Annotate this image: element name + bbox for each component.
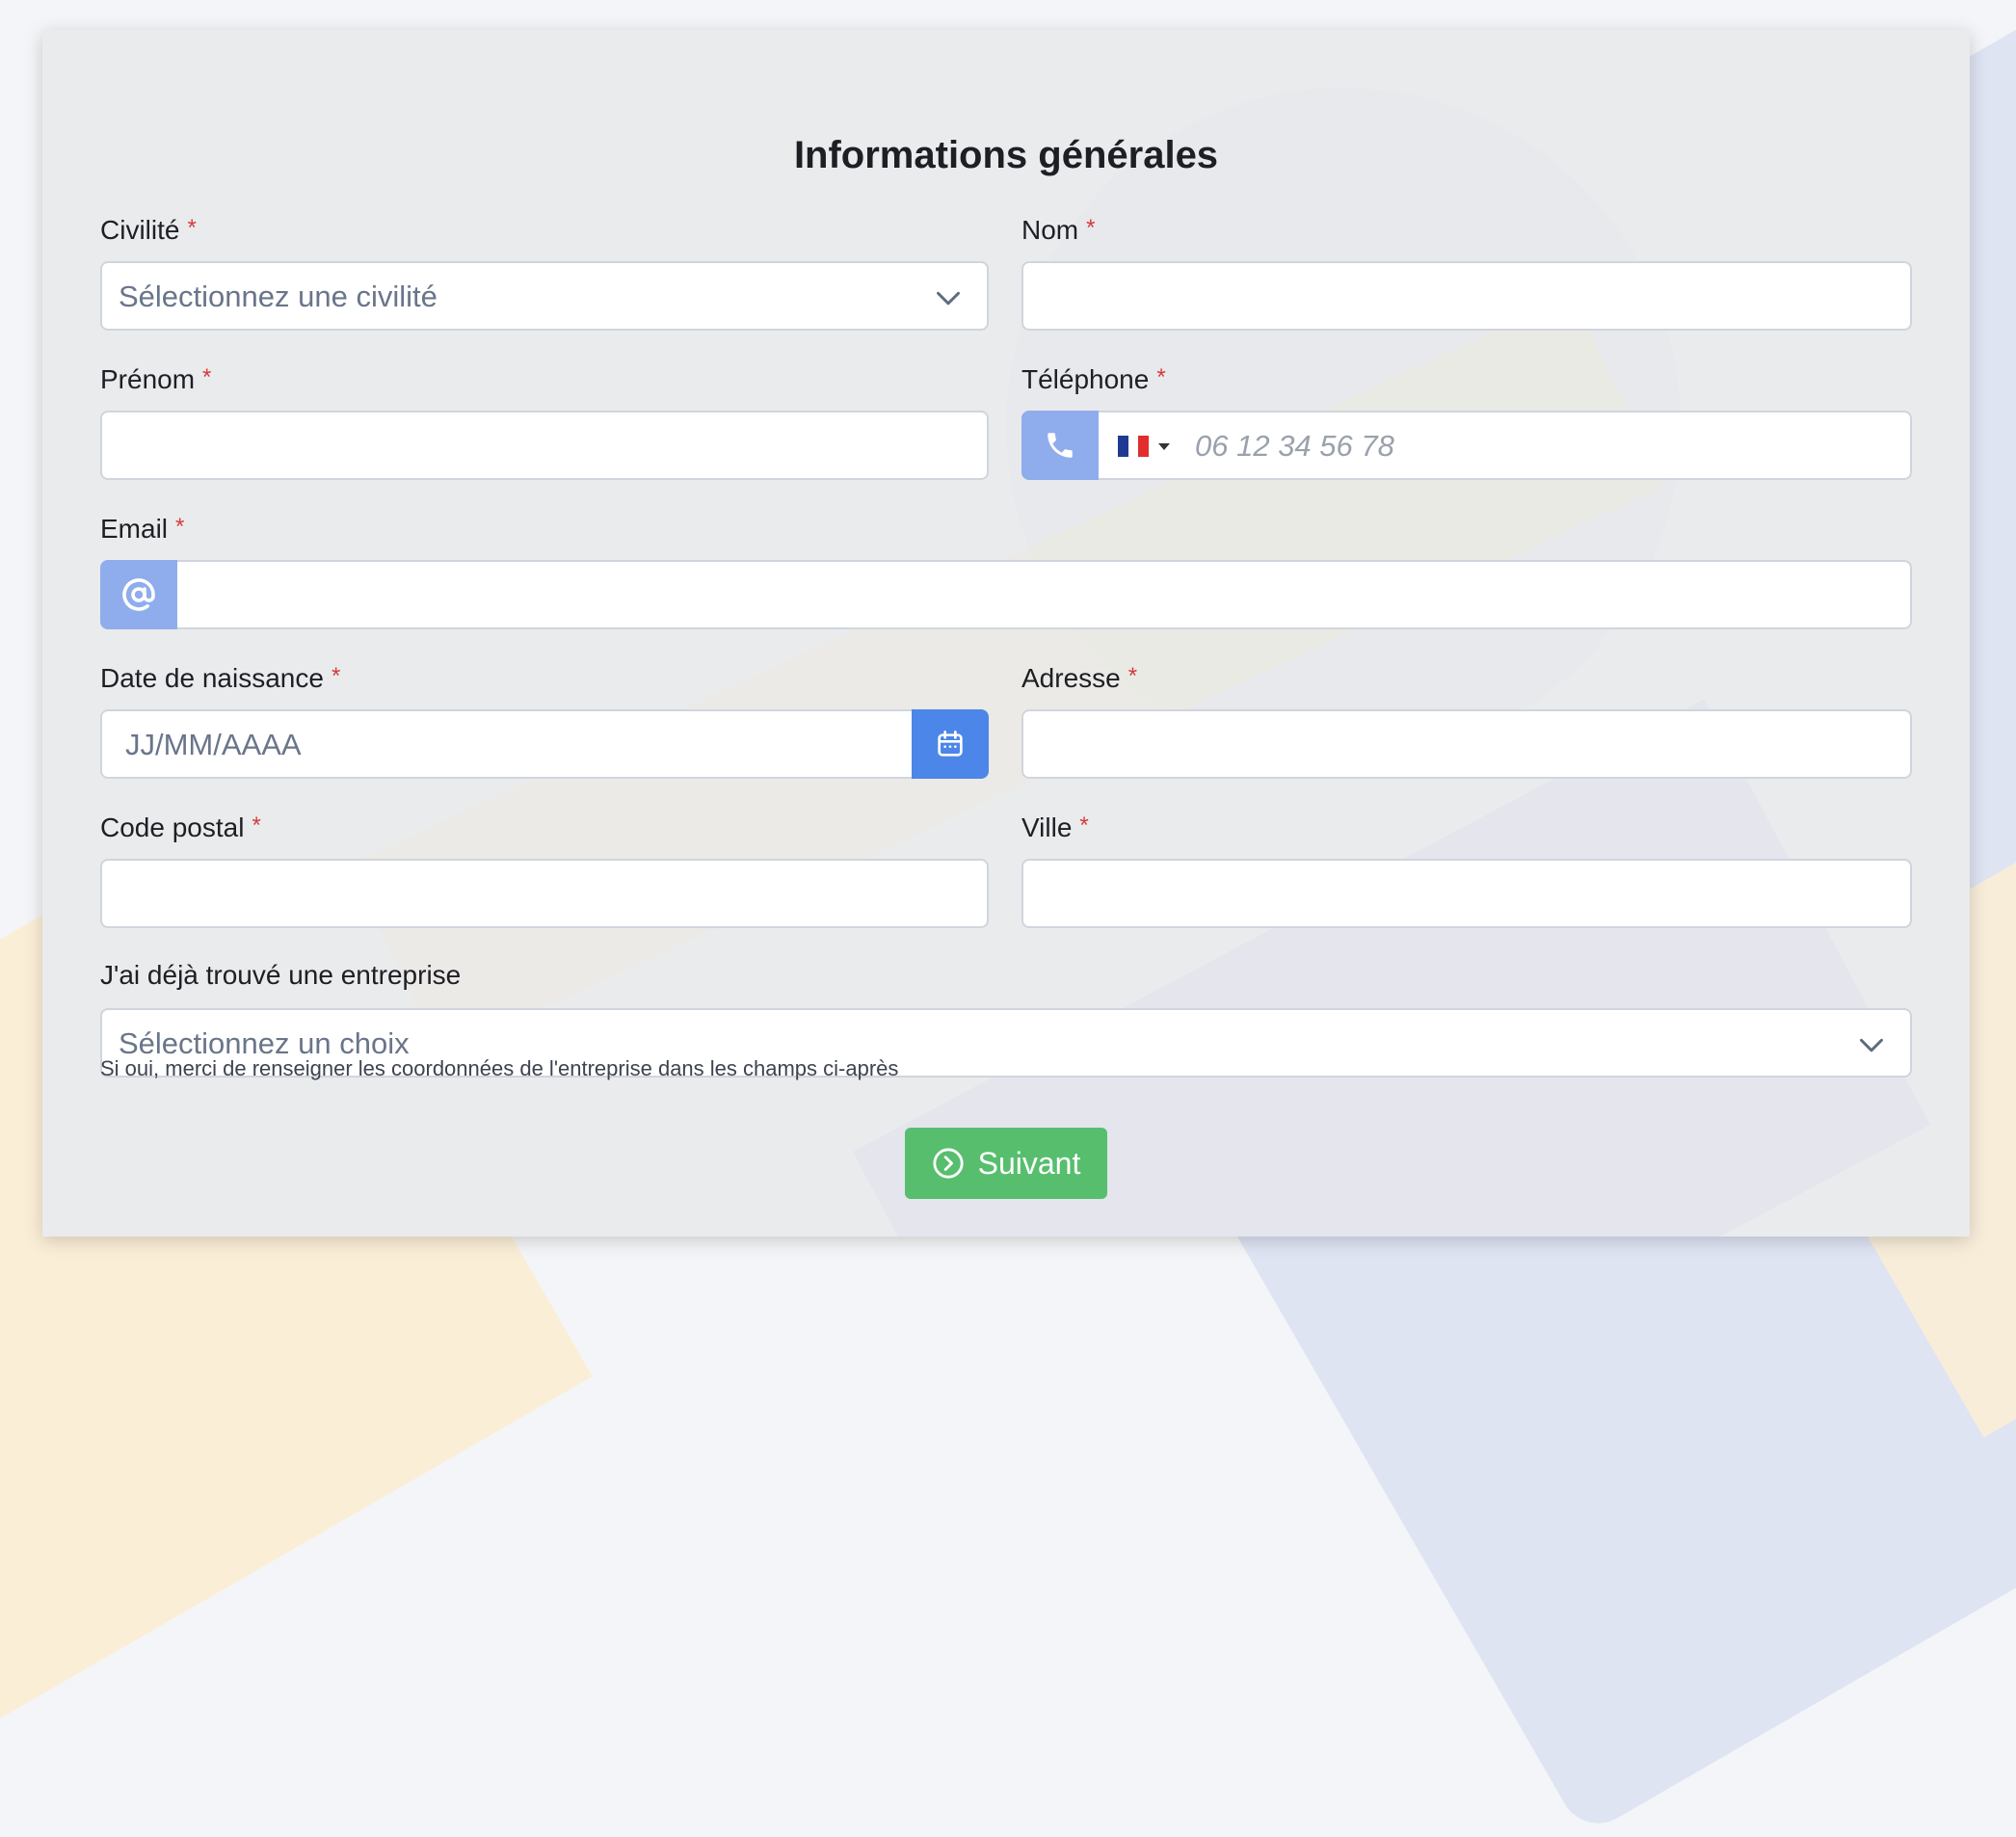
chevron-right-circle-icon: [933, 1148, 964, 1179]
form-title: Informations générales: [793, 134, 1219, 176]
nom-input[interactable]: [1021, 261, 1912, 331]
phone-icon: [1021, 411, 1099, 480]
ville-label: Ville *: [1021, 812, 1089, 842]
date-naissance-placeholder: JJ/MM/AAAA: [125, 728, 302, 761]
nom-label: Nom *: [1021, 215, 1096, 245]
code-postal-label: Code postal *: [100, 812, 261, 842]
at-sign-icon: [100, 560, 177, 629]
france-flag-icon[interactable]: [1118, 436, 1150, 457]
required-mark: *: [187, 215, 197, 241]
required-mark: *: [1127, 663, 1138, 689]
required-mark: *: [1086, 215, 1096, 241]
calendar-icon[interactable]: [912, 709, 989, 779]
date-naissance-input[interactable]: JJ/MM/AAAA: [100, 709, 989, 779]
next-button[interactable]: Suivant: [905, 1128, 1107, 1199]
civilite-placeholder: Sélectionnez une civilité: [119, 280, 438, 313]
prenom-label: Prénom *: [100, 364, 212, 394]
prenom-input[interactable]: [100, 411, 989, 480]
ville-input[interactable]: [1021, 859, 1912, 928]
entreprise-help-text: Si oui, merci de renseigner les coordonn…: [100, 1056, 899, 1080]
required-mark: *: [331, 663, 341, 689]
telephone-label: Téléphone *: [1021, 364, 1166, 394]
chevron-down-icon: [1860, 1038, 1883, 1052]
adresse-label: Adresse *: [1021, 663, 1138, 693]
next-button-label: Suivant: [977, 1145, 1081, 1181]
caret-down-icon[interactable]: [1158, 443, 1170, 450]
required-mark: *: [202, 364, 212, 390]
code-postal-input[interactable]: [100, 859, 989, 928]
telephone-placeholder: 06 12 34 56 78: [1195, 429, 1394, 463]
form-card: Informations générales Civilité * Sélecti…: [42, 30, 1970, 1237]
required-mark: *: [252, 812, 261, 839]
telephone-input[interactable]: 06 12 34 56 78: [1021, 411, 1912, 480]
civilite-select[interactable]: Sélectionnez une civilité: [100, 261, 989, 331]
required-mark: *: [1156, 364, 1166, 390]
chevron-down-icon: [937, 291, 960, 306]
email-label: Email *: [100, 514, 185, 544]
required-mark: *: [175, 514, 185, 540]
adresse-input[interactable]: [1021, 709, 1912, 779]
entreprise-label: J'ai déjà trouvé une entreprise: [100, 960, 462, 990]
email-input[interactable]: [100, 560, 1912, 629]
date-naissance-label: Date de naissance *: [100, 663, 341, 693]
required-mark: *: [1079, 812, 1089, 839]
civilite-label: Civilité *: [100, 215, 197, 245]
